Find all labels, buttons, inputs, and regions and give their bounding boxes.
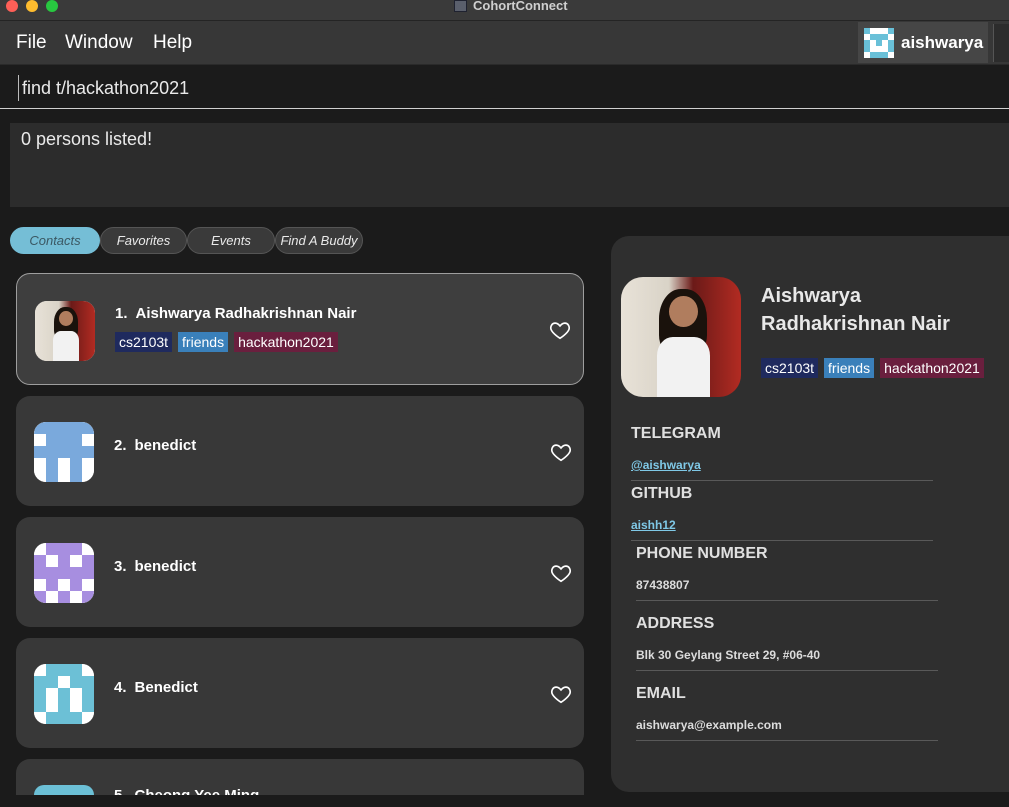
result-display: 0 persons listed! (10, 123, 1009, 207)
tab-find-a-buddy[interactable]: Find A Buddy (275, 227, 363, 254)
contact-index: 2. (114, 437, 127, 454)
contact-name: 4. Benedict (114, 679, 198, 696)
telegram-label: TELEGRAM (631, 425, 721, 442)
contact-name-text: benedict (134, 437, 197, 454)
window-title: CohortConnect (473, 0, 568, 13)
divider (636, 600, 938, 601)
phone-value: 87438807 (636, 578, 690, 592)
menu-overflow-icon[interactable] (993, 24, 1009, 62)
command-input[interactable] (18, 75, 922, 101)
divider (636, 670, 938, 671)
identicon-icon (864, 27, 894, 58)
contact-index: 5. (114, 787, 127, 795)
close-window-button[interactable] (6, 0, 18, 12)
heart-outline-icon[interactable] (550, 683, 572, 705)
contact-detail-panel: Aishwarya Radhakrishnan Nair cs2103t fri… (611, 236, 1009, 792)
menu-help[interactable]: Help (153, 32, 192, 54)
heart-outline-icon[interactable] (549, 319, 571, 341)
contact-tags: cs2103t friends hackathon2021 (115, 332, 338, 352)
contact-name-text: benedict (134, 558, 197, 575)
divider (631, 540, 933, 541)
contact-identicon (34, 664, 94, 724)
tag-badge: cs2103t (115, 332, 173, 352)
contact-name-text: Cheong Yee Ming (135, 787, 260, 795)
app-icon (454, 0, 467, 12)
contact-identicon (34, 543, 94, 603)
email-value: aishwarya@example.com (636, 718, 782, 732)
divider (631, 480, 933, 481)
command-box (0, 65, 1009, 109)
identicon-icon (34, 664, 94, 724)
contact-photo (35, 301, 95, 361)
minimize-window-button[interactable] (26, 0, 38, 12)
address-value: Blk 30 Geylang Street 29, #06-40 (636, 648, 821, 662)
contact-name: 1. Aishwarya Radhakrishnan Nair (115, 305, 356, 322)
heart-outline-icon[interactable] (550, 441, 572, 463)
contact-name: 5. Cheong Yee Ming (114, 787, 259, 795)
contact-identicon (34, 785, 94, 795)
divider (636, 740, 938, 741)
user-profile-button[interactable]: aishwarya (858, 22, 988, 63)
contact-name: 3. benedict (114, 558, 196, 575)
contact-name-text: Benedict (134, 679, 198, 696)
contact-index: 3. (114, 558, 127, 575)
tag-badge: friends (178, 332, 229, 352)
email-label: EMAIL (636, 685, 686, 702)
tag-badge: hackathon2021 (234, 332, 338, 352)
contact-card-1[interactable]: 1. Aishwarya Radhakrishnan Nair cs2103t f… (16, 273, 584, 385)
detail-name: Aishwarya Radhakrishnan Nair (761, 285, 950, 335)
heart-outline-icon[interactable] (550, 562, 572, 584)
contact-card-2[interactable]: 2. benedict (16, 396, 584, 506)
contact-index: 1. (115, 305, 128, 322)
address-label: ADDRESS (636, 615, 715, 632)
title-bar: CohortConnect (0, 0, 1009, 21)
tab-events[interactable]: Events (187, 227, 275, 254)
user-avatar (864, 27, 894, 58)
phone-label: PHONE NUMBER (636, 545, 768, 562)
contact-identicon (34, 422, 94, 482)
contact-card-3[interactable]: 3. benedict (16, 517, 584, 627)
user-name: aishwarya (901, 32, 984, 52)
contact-name-text: Aishwarya Radhakrishnan Nair (135, 305, 357, 322)
tab-contacts[interactable]: Contacts (10, 227, 100, 254)
menu-window[interactable]: Window (65, 32, 133, 54)
identicon-icon (34, 543, 94, 603)
tab-favorites[interactable]: Favorites (100, 227, 187, 254)
menu-file[interactable]: File (16, 32, 47, 54)
zoom-window-button[interactable] (46, 0, 58, 12)
contact-card-4[interactable]: 4. Benedict (16, 638, 584, 748)
tag-badge: cs2103t (761, 358, 819, 378)
identicon-icon (34, 422, 94, 482)
contact-name: 2. benedict (114, 437, 196, 454)
detail-photo (621, 277, 741, 397)
contact-index: 4. (114, 679, 127, 696)
github-link[interactable]: aishh12 (631, 518, 676, 532)
result-text: 0 persons listed! (21, 129, 153, 149)
window-title-group: CohortConnect (454, 0, 568, 12)
tag-badge: hackathon2021 (880, 358, 984, 378)
contact-card-5[interactable]: 5. Cheong Yee Ming (16, 759, 584, 795)
tag-badge: friends (824, 358, 875, 378)
detail-tags: cs2103t friends hackathon2021 (761, 358, 984, 378)
telegram-link[interactable]: @aishwarya (631, 458, 701, 472)
github-label: GITHUB (631, 485, 693, 502)
